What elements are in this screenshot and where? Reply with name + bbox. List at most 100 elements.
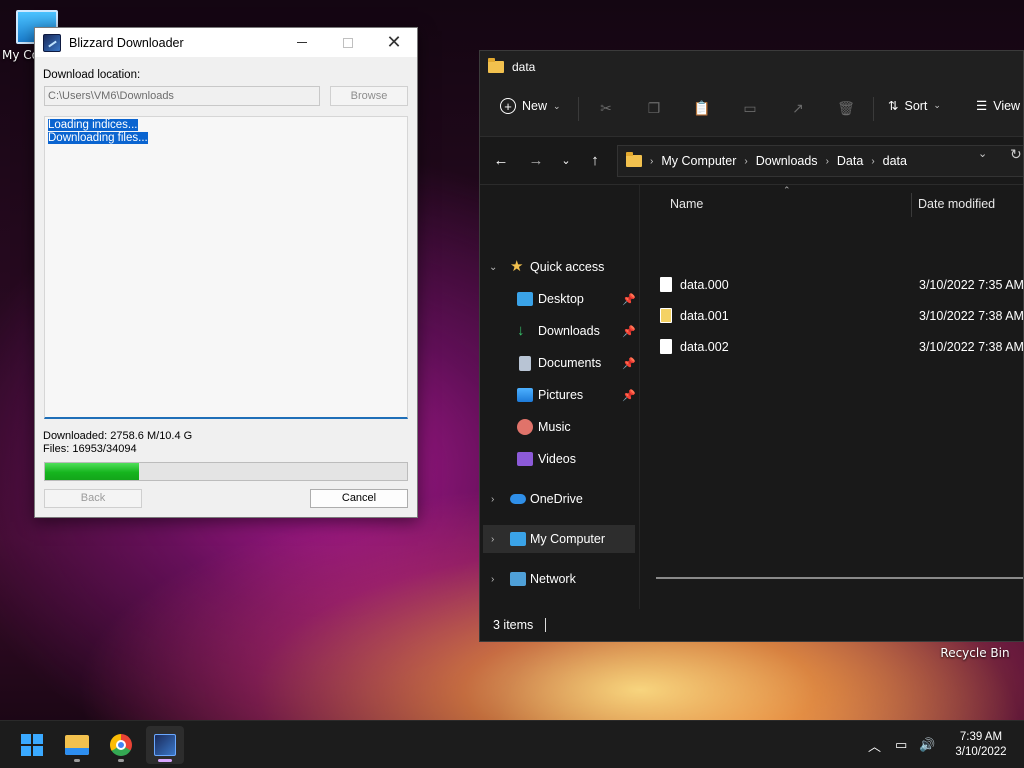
sidebar-item-onedrive[interactable]: › OneDrive (480, 485, 638, 513)
copy-icon[interactable]: ❐ (645, 99, 663, 117)
star-icon: ★ (510, 258, 524, 275)
pin-icon: 📌 (622, 357, 636, 370)
taskbar-file-explorer[interactable] (58, 726, 96, 764)
refresh-icon[interactable]: ↻ (1010, 146, 1022, 163)
clock-date: 3/10/2022 (955, 746, 1007, 758)
file-row[interactable]: data.002 3/10/2022 7:38 AM (658, 333, 1024, 361)
sidebar-item-label: Quick access (530, 260, 605, 274)
chevron-right-icon: › (491, 533, 495, 545)
cloud-icon (510, 494, 526, 504)
downloaded-text: Downloaded: 2758.6 M/10.4 G (43, 430, 193, 442)
paste-icon[interactable]: 📋 (693, 99, 711, 117)
sidebar-item-documents[interactable]: Documents 📌 (480, 349, 638, 377)
file-row[interactable]: data.000 3/10/2022 7:35 AM (658, 271, 1023, 299)
file-name: data.000 (680, 278, 729, 292)
sidebar-item-label: Pictures (538, 388, 584, 402)
volume-icon[interactable]: 🔊 (919, 721, 935, 768)
window-title: Blizzard Downloader (69, 35, 184, 50)
explorer-title-bar[interactable]: data (480, 51, 1023, 83)
breadcrumb-item[interactable]: data (883, 154, 907, 168)
navigation-bar: ← → ⌄ ↑ › My Computer › Downloads › Data… (480, 137, 1023, 185)
pin-icon: 📌 (622, 389, 636, 402)
documents-icon (519, 355, 531, 371)
new-button[interactable]: + New ⌄ (500, 98, 561, 114)
close-button[interactable]: ✕ (371, 28, 417, 57)
browse-button[interactable]: Browse (330, 86, 408, 106)
sort-label: Sort (904, 98, 928, 113)
start-button[interactable] (13, 726, 51, 764)
file-explorer-window: data + New ⌄ ✂ ❐ 📋 ▭ ↗ 🗑 ⇅ Sort ⌄ ☰ View… (479, 50, 1024, 642)
cancel-button[interactable]: Cancel (310, 489, 408, 508)
blizzard-downloader-icon (154, 734, 176, 756)
minimize-button[interactable] (279, 28, 325, 57)
computer-icon (510, 532, 526, 546)
column-header-name[interactable]: Name (670, 197, 703, 211)
file-icon (660, 277, 672, 292)
breadcrumb-item[interactable]: My Computer (661, 154, 736, 168)
sidebar-item-music[interactable]: Music (480, 413, 638, 441)
sidebar-item-videos[interactable]: Videos (480, 445, 638, 473)
download-location-label: Download location: (43, 69, 141, 81)
forward-arrow-icon[interactable]: → (526, 151, 546, 171)
taskbar-blizzard-downloader[interactable] (146, 726, 184, 764)
log-line: Downloading files... (48, 132, 148, 144)
sidebar-item-pictures[interactable]: Pictures 📌 (480, 381, 638, 409)
file-date: 3/10/2022 7:38 AM (919, 340, 1024, 354)
desktop-icon (517, 292, 533, 306)
file-name: data.002 (680, 340, 729, 354)
column-header-date-modified[interactable]: Date modified (918, 197, 995, 211)
cut-icon[interactable]: ✂ (597, 99, 615, 117)
download-stats: Downloaded: 2758.6 M/10.4 G Files: 16953… (43, 430, 192, 456)
up-arrow-icon[interactable]: ↑ (585, 151, 605, 171)
title-bar[interactable]: Blizzard Downloader ✕ (35, 28, 417, 57)
file-icon (660, 339, 672, 354)
item-count: 3 items (493, 618, 534, 632)
plus-icon: + (500, 98, 516, 114)
sidebar-item-label: Downloads (538, 324, 600, 338)
address-dropdown-icon[interactable]: ⌄ (978, 147, 987, 160)
horizontal-scrollbar[interactable] (656, 577, 1023, 579)
windows-logo-icon (21, 734, 43, 756)
pictures-icon (517, 388, 533, 402)
sidebar-item-downloads[interactable]: ↓ Downloads 📌 (480, 317, 638, 345)
taskbar-chrome[interactable] (102, 726, 140, 764)
sidebar-item-label: Documents (538, 356, 602, 370)
chevron-right-icon: › (744, 155, 748, 167)
system-clock[interactable]: 7:39 AM 3/10/2022 (948, 730, 1014, 760)
delete-icon[interactable]: 🗑 (837, 99, 855, 117)
file-explorer-icon (65, 735, 89, 755)
sidebar-item-quick-access[interactable]: ⌄ ★ Quick access (480, 253, 638, 281)
blizzard-downloader-window: Blizzard Downloader ✕ Download location:… (34, 27, 418, 518)
view-button[interactable]: ☰ View (976, 98, 1021, 114)
rename-icon[interactable]: ▭ (741, 99, 759, 117)
address-bar[interactable]: › My Computer › Downloads › Data › data (617, 145, 1023, 177)
running-indicator (158, 759, 172, 762)
maximize-button[interactable] (325, 28, 371, 57)
close-icon: ✕ (386, 32, 402, 53)
share-icon[interactable]: ↗ (789, 99, 807, 117)
chevron-down-icon: ⌄ (933, 100, 941, 110)
folder-icon (488, 58, 504, 73)
column-divider[interactable] (911, 193, 912, 217)
file-row[interactable]: data.001 3/10/2022 7:38 AM (658, 302, 1023, 330)
sidebar-item-label: Desktop (538, 292, 584, 306)
sidebar-item-my-computer[interactable]: › My Computer (483, 525, 635, 553)
back-arrow-icon[interactable]: ← (491, 151, 511, 171)
back-button[interactable]: Back (44, 489, 142, 508)
sidebar-item-network[interactable]: › Network (480, 565, 638, 593)
view-label: View (993, 98, 1021, 113)
download-location-field[interactable]: C:\Users\VM6\Downloads (44, 86, 320, 106)
chevron-right-icon: › (650, 155, 654, 167)
network-status-icon[interactable]: ▭ (895, 721, 907, 768)
download-progress-fill (45, 463, 140, 480)
show-hidden-icons-button[interactable]: ︿ (868, 721, 881, 768)
download-log[interactable]: Loading indices... Downloading files... (44, 116, 408, 419)
desktop-icon-recycle-bin[interactable]: Recycle Bin (935, 646, 1015, 660)
sort-icon: ⇅ (888, 99, 899, 113)
sort-button[interactable]: ⇅ Sort ⌄ (888, 98, 941, 114)
sidebar-item-desktop[interactable]: Desktop 📌 (480, 285, 638, 313)
toolbar-divider (873, 97, 874, 121)
breadcrumb-item[interactable]: Data (837, 154, 863, 168)
recent-locations-icon[interactable]: ⌄ (556, 151, 576, 171)
breadcrumb-item[interactable]: Downloads (756, 154, 818, 168)
